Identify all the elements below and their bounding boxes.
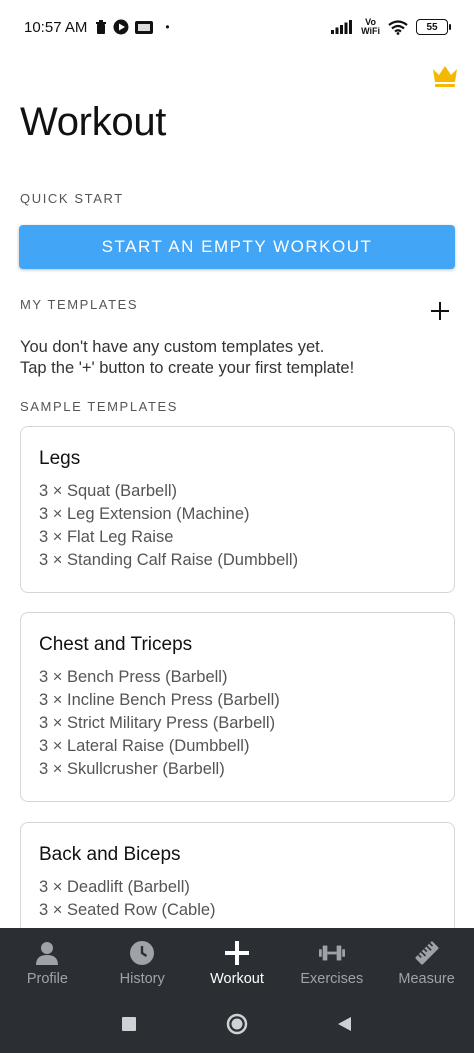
- crown-icon[interactable]: [430, 60, 460, 90]
- template-exercise: 3 × Bench Press (Barbell): [39, 668, 228, 686]
- start-empty-workout-button[interactable]: START AN EMPTY WORKOUT: [19, 225, 455, 269]
- status-time: 10:57 AM: [24, 18, 88, 36]
- home-button[interactable]: [225, 1012, 249, 1036]
- template-card-title: Legs: [39, 448, 81, 469]
- page-title: Workout: [20, 100, 167, 144]
- clock-icon: [129, 940, 155, 966]
- empty-templates-line-2: Tap the '+' button to create your first …: [20, 359, 355, 377]
- template-card-title: Back and Biceps: [39, 844, 181, 865]
- plus-icon: [431, 302, 449, 320]
- notification-dot: •: [165, 20, 170, 34]
- status-left: 10:57 AM •: [24, 19, 170, 36]
- template-exercise: 3 × Squat (Barbell): [39, 482, 178, 500]
- add-template-button[interactable]: [426, 297, 454, 325]
- back-triangle-icon: [338, 1017, 351, 1031]
- circle-icon: [226, 1013, 248, 1035]
- nav-item-history[interactable]: History: [95, 928, 190, 998]
- my-templates-label: MY TEMPLATES: [20, 297, 139, 312]
- nav-label: Exercises: [300, 970, 364, 987]
- nav-item-exercises[interactable]: Exercises: [284, 928, 379, 998]
- dumbbell-icon: [318, 940, 345, 966]
- template-exercise: 3 × Seated Row (Cable): [39, 901, 216, 919]
- plus-icon: [224, 940, 250, 966]
- play-icon: [113, 19, 129, 35]
- square-icon: [122, 1017, 136, 1031]
- nav-label: Measure: [398, 970, 455, 987]
- status-right: Vo WiFi 55: [331, 18, 451, 36]
- template-exercise: 3 × Leg Extension (Machine): [39, 505, 250, 523]
- status-bar: 10:57 AM • Vo WiFi 55: [0, 0, 474, 54]
- template-exercise: 3 × Skullcrusher (Barbell): [39, 760, 225, 778]
- nav-item-profile[interactable]: Profile: [0, 928, 95, 998]
- template-exercise: 3 × Deadlift (Barbell): [39, 878, 190, 896]
- nav-label: Profile: [26, 970, 68, 987]
- vowifi-indicator: Vo WiFi: [361, 18, 380, 36]
- battery-level: 55: [426, 21, 438, 33]
- vowifi-bottom: WiFi: [361, 26, 380, 36]
- battery-indicator: 55: [416, 19, 451, 35]
- template-exercise: 3 × Standing Calf Raise (Dumbbell): [39, 551, 299, 569]
- empty-templates-line-1: You don't have any custom templates yet.: [20, 338, 325, 356]
- back-button[interactable]: [332, 1012, 356, 1036]
- empty-templates-message: You don't have any custom templates yet.…: [20, 337, 354, 379]
- trash-icon: [95, 20, 107, 34]
- wifi-icon: [388, 19, 408, 35]
- system-navigation-bar: [0, 998, 474, 1053]
- template-card-title: Chest and Triceps: [39, 634, 193, 655]
- template-exercise: 3 × Incline Bench Press (Barbell): [39, 691, 280, 709]
- ruler-icon: [414, 940, 440, 966]
- template-exercise: 3 × Strict Military Press (Barbell): [39, 714, 276, 732]
- template-exercise: 3 × Flat Leg Raise: [39, 528, 174, 546]
- imdb-icon: [135, 20, 154, 34]
- sample-templates-label: SAMPLE TEMPLATES: [20, 399, 179, 414]
- template-card-legs[interactable]: Legs 3 × Squat (Barbell) 3 × Leg Extensi…: [20, 426, 455, 593]
- person-icon: [34, 940, 60, 966]
- nav-item-measure[interactable]: Measure: [379, 928, 474, 998]
- signal-icon: [331, 20, 353, 34]
- nav-item-workout[interactable]: Workout: [190, 928, 285, 998]
- bottom-nav: Profile History Workout Exercises Measur…: [0, 928, 474, 998]
- nav-label: Workout: [210, 970, 264, 987]
- recent-apps-button[interactable]: [117, 1012, 141, 1036]
- template-exercise: 3 × Lateral Raise (Dumbbell): [39, 737, 250, 755]
- nav-label: History: [119, 970, 165, 987]
- quick-start-label: QUICK START: [20, 191, 124, 206]
- template-card-chest-triceps[interactable]: Chest and Triceps 3 × Bench Press (Barbe…: [20, 612, 455, 802]
